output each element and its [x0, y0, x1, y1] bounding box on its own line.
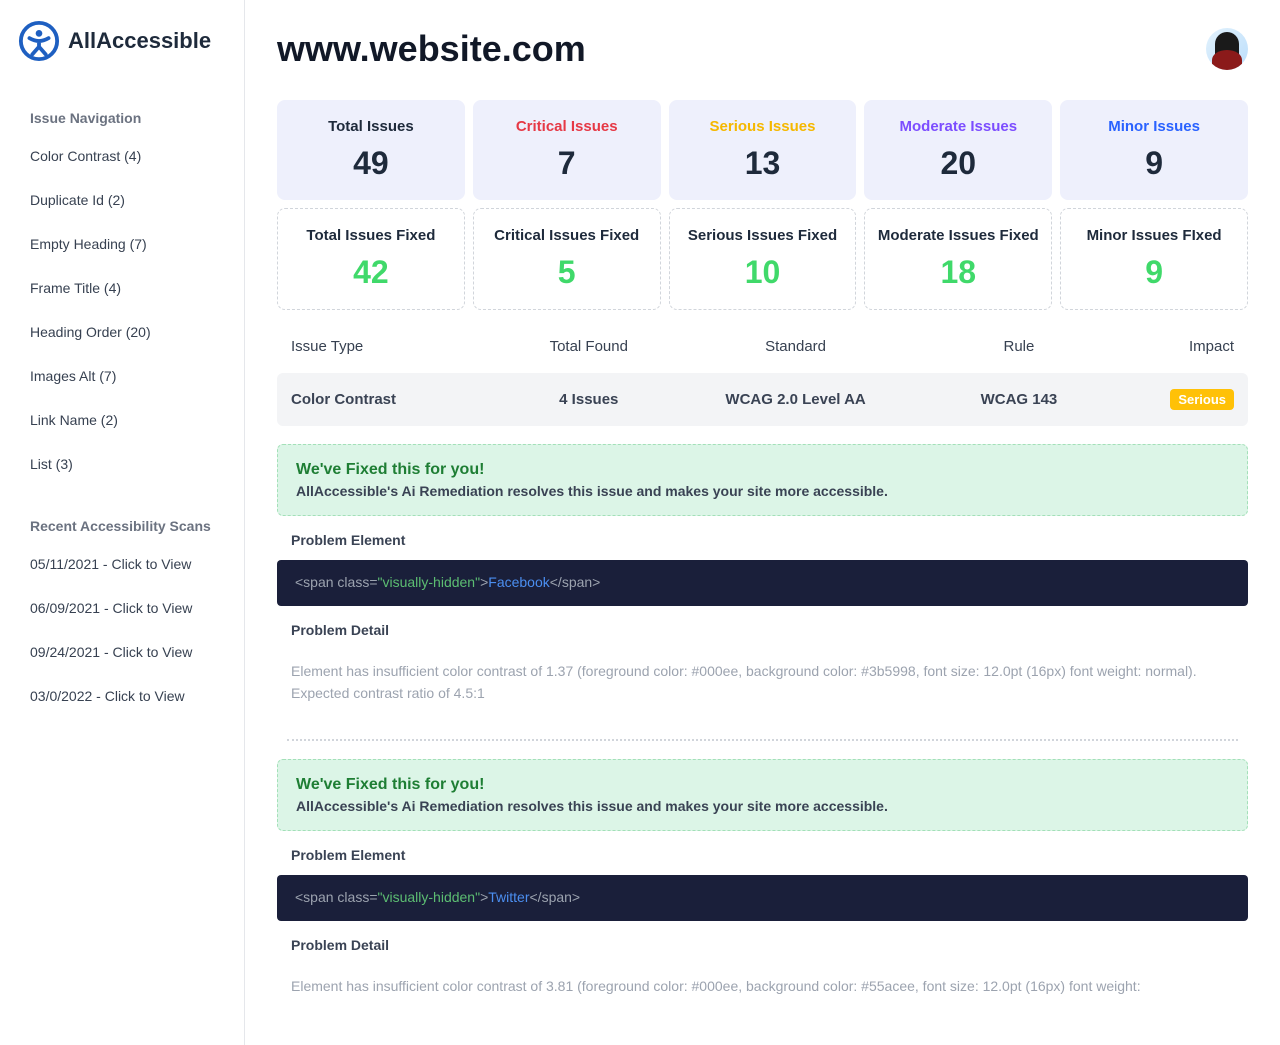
stat-value: 10: [682, 254, 844, 291]
row-type: Color Contrast: [291, 391, 506, 408]
stat-moderate-issues: Moderate Issues 20: [864, 100, 1052, 200]
stat-label: Total Issues Fixed: [290, 227, 452, 244]
stat-serious-fixed: Serious Issues Fixed 10: [669, 208, 857, 310]
stat-moderate-fixed: Moderate Issues Fixed 18: [864, 208, 1052, 310]
row-standard: WCAG 2.0 Level AA: [672, 391, 920, 408]
row-rule: WCAG 143: [920, 391, 1119, 408]
fixed-desc: AllAccessible's Ai Remediation resolves …: [296, 798, 1229, 814]
stats-found-grid: Total Issues 49 Critical Issues 7 Seriou…: [277, 100, 1248, 200]
row-impact: Serious: [1118, 389, 1234, 410]
stat-value: 42: [290, 254, 452, 291]
avatar[interactable]: [1206, 28, 1248, 70]
stat-value: 9: [1073, 254, 1235, 291]
th-total-found: Total Found: [506, 338, 671, 355]
table-row[interactable]: Color Contrast 4 Issues WCAG 2.0 Level A…: [277, 373, 1248, 426]
code-block: <span class="visually-hidden">Twitter</s…: [277, 875, 1248, 921]
stat-label: Serious Issues: [681, 118, 845, 135]
fixed-title: We've Fixed this for you!: [296, 461, 1229, 479]
stats-fixed-grid: Total Issues Fixed 42 Critical Issues Fi…: [277, 208, 1248, 310]
scan-item[interactable]: 03/0/2022 - Click to View: [0, 674, 244, 718]
stat-critical-fixed: Critical Issues Fixed 5: [473, 208, 661, 310]
sidebar-item-color-contrast[interactable]: Color Contrast (4): [0, 134, 244, 178]
problem-element-label: Problem Element: [277, 831, 1248, 875]
stat-critical-issues: Critical Issues 7: [473, 100, 661, 200]
scans-heading: Recent Accessibility Scans: [0, 510, 244, 542]
table-header: Issue Type Total Found Standard Rule Imp…: [277, 318, 1248, 373]
stat-label: Critical Issues Fixed: [486, 227, 648, 244]
main-content: www.website.com Total Issues 49 Critical…: [245, 0, 1280, 1045]
problem-detail-text: Element has insufficient color contrast …: [277, 650, 1248, 725]
logo-icon: [18, 20, 60, 62]
stat-label: Minor Issues FIxed: [1073, 227, 1235, 244]
sidebar-item-link-name[interactable]: Link Name (2): [0, 398, 244, 442]
row-found: 4 Issues: [506, 391, 671, 408]
stat-minor-fixed: Minor Issues FIxed 9: [1060, 208, 1248, 310]
stat-value: 49: [289, 145, 453, 182]
fixed-banner: We've Fixed this for you! AllAccessible'…: [277, 444, 1248, 516]
problem-detail-text: Element has insufficient color contrast …: [277, 965, 1248, 1017]
fixed-desc: AllAccessible's Ai Remediation resolves …: [296, 483, 1229, 499]
sidebar-item-duplicate-id[interactable]: Duplicate Id (2): [0, 178, 244, 222]
th-issue-type: Issue Type: [291, 338, 506, 355]
sidebar-item-list[interactable]: List (3): [0, 442, 244, 486]
header: www.website.com: [277, 28, 1248, 70]
stat-value: 9: [1072, 145, 1236, 182]
stat-label: Critical Issues: [485, 118, 649, 135]
nav-heading: Issue Navigation: [0, 102, 244, 134]
th-impact: Impact: [1118, 338, 1234, 355]
divider: [287, 739, 1238, 741]
sidebar-item-heading-order[interactable]: Heading Order (20): [0, 310, 244, 354]
problem-detail-label: Problem Detail: [277, 606, 1248, 650]
logo[interactable]: AllAccessible: [0, 20, 244, 92]
scan-item[interactable]: 05/11/2021 - Click to View: [0, 542, 244, 586]
scan-item[interactable]: 06/09/2021 - Click to View: [0, 586, 244, 630]
impact-badge: Serious: [1170, 389, 1234, 410]
stat-minor-issues: Minor Issues 9: [1060, 100, 1248, 200]
sidebar-item-images-alt[interactable]: Images Alt (7): [0, 354, 244, 398]
sidebar-item-empty-heading[interactable]: Empty Heading (7): [0, 222, 244, 266]
th-standard: Standard: [672, 338, 920, 355]
fixed-title: We've Fixed this for you!: [296, 776, 1229, 794]
stat-label: Serious Issues Fixed: [682, 227, 844, 244]
stat-value: 20: [876, 145, 1040, 182]
stat-label: Moderate Issues Fixed: [877, 227, 1039, 244]
stat-total-issues: Total Issues 49: [277, 100, 465, 200]
stat-value: 18: [877, 254, 1039, 291]
stat-label: Minor Issues: [1072, 118, 1236, 135]
scan-item[interactable]: 09/24/2021 - Click to View: [0, 630, 244, 674]
sidebar-item-frame-title[interactable]: Frame Title (4): [0, 266, 244, 310]
fixed-banner: We've Fixed this for you! AllAccessible'…: [277, 759, 1248, 831]
stat-label: Moderate Issues: [876, 118, 1040, 135]
stat-value: 5: [486, 254, 648, 291]
stat-value: 7: [485, 145, 649, 182]
stat-label: Total Issues: [289, 118, 453, 135]
problem-detail-label: Problem Detail: [277, 921, 1248, 965]
sidebar: AllAccessible Issue Navigation Color Con…: [0, 0, 245, 1045]
page-title: www.website.com: [277, 28, 586, 70]
brand-name: AllAccessible: [68, 28, 211, 54]
stat-total-fixed: Total Issues Fixed 42: [277, 208, 465, 310]
code-block: <span class="visually-hidden">Facebook</…: [277, 560, 1248, 606]
th-rule: Rule: [920, 338, 1119, 355]
stat-value: 13: [681, 145, 845, 182]
stat-serious-issues: Serious Issues 13: [669, 100, 857, 200]
problem-element-label: Problem Element: [277, 516, 1248, 560]
